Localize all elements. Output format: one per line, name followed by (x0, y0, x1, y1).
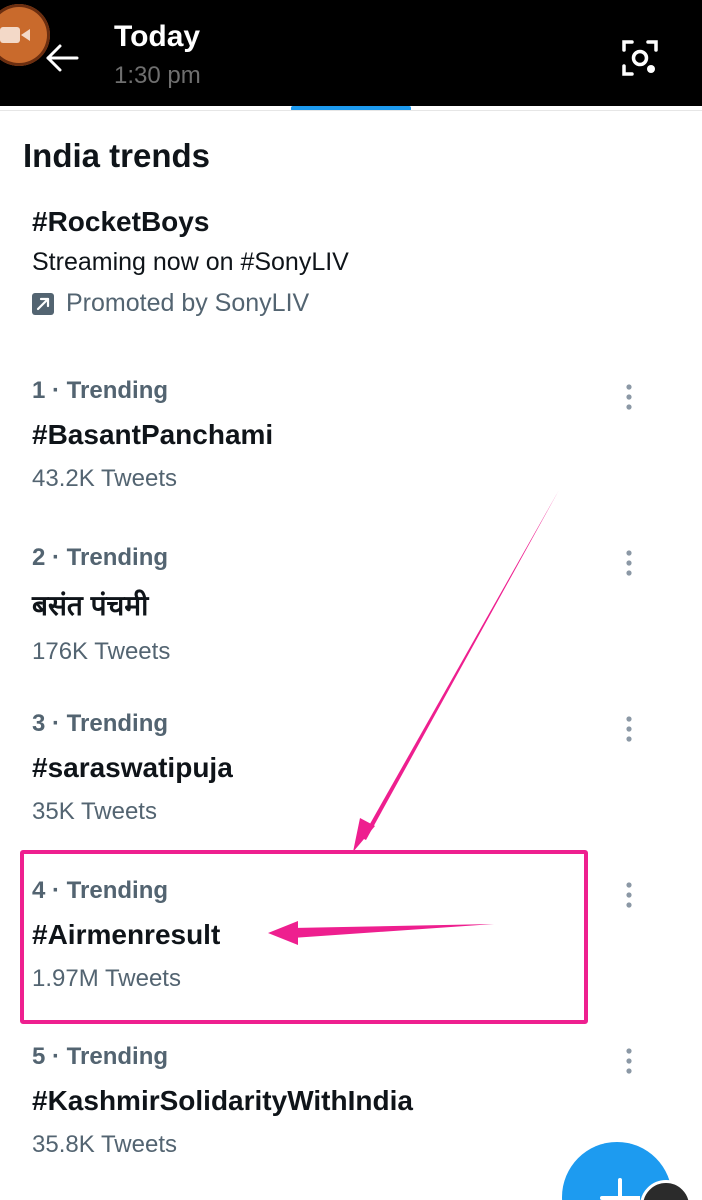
annotation-arrows (268, 490, 559, 945)
plus-icon (600, 1178, 640, 1200)
page: Today 1:30 pm India trends #RocketBoys S… (0, 0, 702, 1200)
compose-mini-icon (640, 1180, 692, 1200)
annotation-arrow-horizontal (268, 921, 494, 945)
annotation-arrow-diagonal (353, 490, 559, 852)
